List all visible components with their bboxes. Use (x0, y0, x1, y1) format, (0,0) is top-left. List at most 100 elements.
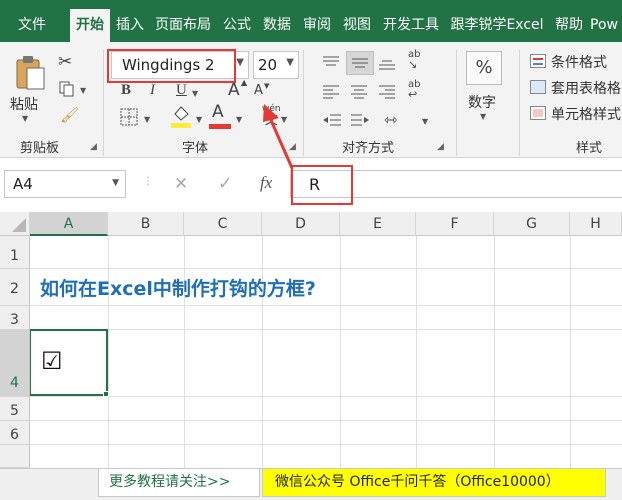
group-separator (519, 50, 520, 156)
font-color-button[interactable]: A (212, 102, 224, 122)
underline-dropdown-icon[interactable]: ▼ (192, 89, 198, 98)
column-header-f[interactable]: F (416, 212, 494, 236)
alignment-launcher-icon[interactable]: ◢ (437, 142, 444, 152)
column-header-d[interactable]: D (262, 212, 340, 236)
phonetic-dropdown-icon[interactable]: ▼ (281, 115, 287, 124)
group-separator (303, 50, 304, 156)
name-box-value: A4 (13, 175, 33, 193)
clipboard-launcher-icon[interactable]: ◢ (90, 142, 97, 152)
paste-icon[interactable] (14, 54, 46, 92)
insert-function-button[interactable]: fx (260, 173, 272, 193)
row-header-4[interactable]: 4 (0, 330, 30, 397)
cell-a2-title: 如何在Excel中制作打钩的方框? (40, 278, 316, 300)
column-header-c[interactable]: C (184, 212, 262, 236)
conditional-format-icon (530, 54, 546, 68)
format-as-table-icon (530, 80, 546, 94)
column-header-h[interactable]: H (570, 212, 622, 236)
align-middle-icon[interactable] (346, 51, 374, 75)
paste-dropdown-icon[interactable]: ▼ (22, 114, 28, 123)
row-header-3[interactable]: 3 (0, 306, 30, 330)
row-header-7[interactable] (0, 445, 30, 468)
name-box[interactable]: A4 ▼ (4, 170, 126, 198)
column-header-e[interactable]: E (340, 212, 416, 236)
align-bottom-icon[interactable] (378, 55, 396, 71)
orientation-icon[interactable]: ab ↘ (408, 50, 420, 71)
conditional-format-button[interactable]: 条件格式 (551, 52, 607, 72)
tab-page-layout[interactable]: 页面布局 (150, 9, 216, 42)
font-launcher-icon[interactable]: ◢ (289, 142, 296, 152)
wrap-text-icon[interactable]: ab ↩ (408, 80, 420, 101)
alignment-group-label: 对齐方式 (342, 141, 395, 156)
number-dropdown-icon[interactable]: ▼ (480, 112, 486, 121)
font-size-value: 20 (258, 56, 278, 74)
tab-insert[interactable]: 插入 (112, 9, 148, 42)
cell-a4-checkbox: ☑ (41, 347, 63, 375)
fill-color-icon[interactable] (170, 104, 192, 128)
gridlines (30, 236, 622, 468)
font-name-dropdown-icon[interactable]: ▼ (236, 57, 244, 68)
borders-icon[interactable] (120, 108, 138, 126)
sheet-tab-more-tutorials[interactable]: 更多教程请关注>> (98, 469, 260, 497)
align-left-icon[interactable] (322, 83, 340, 99)
row-header-5[interactable]: 5 (0, 397, 30, 421)
tab-custom-excel[interactable]: 跟李锐学Excel (446, 9, 548, 42)
align-right-icon[interactable] (378, 83, 396, 99)
format-as-table-button[interactable]: 套用表格格 (551, 78, 621, 98)
column-header-g[interactable]: G (494, 212, 570, 236)
decrease-indent-icon[interactable] (322, 112, 342, 128)
row-header-6[interactable]: 6 (0, 421, 30, 445)
merge-dropdown-icon[interactable]: ▼ (422, 117, 428, 126)
font-color-dropdown-icon[interactable]: ▼ (236, 115, 242, 124)
group-separator (103, 50, 104, 156)
format-painter-icon[interactable]: 🖌 (60, 106, 79, 124)
copy-dropdown-icon[interactable]: ▼ (80, 86, 86, 95)
column-header-b[interactable]: B (108, 212, 184, 236)
font-size-select[interactable]: 20 ▼ (253, 51, 299, 79)
font-name-highlight-box (107, 49, 236, 83)
italic-button[interactable]: I (150, 82, 155, 99)
cancel-entry-button[interactable]: ✕ (174, 174, 188, 194)
align-top-icon[interactable] (322, 55, 340, 71)
ribbon-home: 粘贴 ▼ ✂ ▼ 🖌 剪贴板 ◢ Wingdings 2 ▼ 20 ▼ B I … (0, 42, 622, 158)
formula-bar-grip-icon: ⋮ (143, 176, 153, 187)
grow-font-button[interactable]: A (228, 80, 240, 100)
shrink-font-button[interactable]: A (254, 83, 263, 98)
tab-data[interactable]: 数据 (258, 9, 296, 42)
active-cell-a4[interactable]: ☑ (29, 329, 108, 396)
tab-home[interactable]: 开始 (70, 9, 110, 42)
increase-indent-icon[interactable] (350, 112, 370, 128)
tab-developer[interactable]: 开发工具 (378, 9, 444, 42)
name-box-dropdown-icon[interactable]: ▼ (112, 178, 119, 188)
copy-icon[interactable] (58, 80, 76, 98)
align-center-icon[interactable] (350, 83, 368, 99)
tab-help[interactable]: 帮助 (550, 9, 588, 42)
column-header-a[interactable]: A (30, 212, 108, 236)
row-header-1[interactable]: 1 (0, 236, 30, 269)
bold-button[interactable]: B (121, 82, 131, 99)
tab-file[interactable]: 文件 (6, 9, 58, 42)
cell-styles-button[interactable]: 单元格样式 (551, 104, 621, 124)
sheet-tab-wechat[interactable]: 微信公众号 Office千问千答（Office10000） (262, 469, 606, 497)
grow-font-icon: ▲ (241, 78, 248, 87)
phonetic-guide-icon[interactable]: wén 文 (262, 104, 281, 128)
clipboard-group-label: 剪贴板 (20, 141, 60, 156)
worksheet-grid[interactable]: 如何在Excel中制作打钩的方框? ☑ (29, 236, 622, 468)
column-header-row: A B C D E F G H (0, 212, 622, 236)
number-label[interactable]: 数字 (468, 92, 496, 112)
number-format-button[interactable]: % (466, 51, 502, 85)
fill-color-dropdown-icon[interactable]: ▼ (196, 115, 202, 124)
underline-button[interactable]: U (176, 82, 187, 99)
tab-power[interactable]: Pow (590, 9, 622, 42)
font-size-dropdown-icon[interactable]: ▼ (286, 57, 294, 68)
row-header-2[interactable]: 2 (0, 269, 30, 306)
select-all-corner[interactable] (0, 212, 30, 236)
cut-icon[interactable]: ✂ (58, 52, 72, 72)
fill-handle[interactable] (103, 391, 109, 397)
tab-view[interactable]: 视图 (338, 9, 376, 42)
tab-formulas[interactable]: 公式 (218, 9, 256, 42)
tab-review[interactable]: 审阅 (298, 9, 336, 42)
paste-button[interactable]: 粘贴 (10, 94, 38, 114)
borders-dropdown-icon[interactable]: ▼ (144, 115, 150, 124)
merge-center-icon[interactable]: ⇿ (384, 110, 397, 129)
confirm-entry-button[interactable]: ✓ (218, 174, 232, 194)
